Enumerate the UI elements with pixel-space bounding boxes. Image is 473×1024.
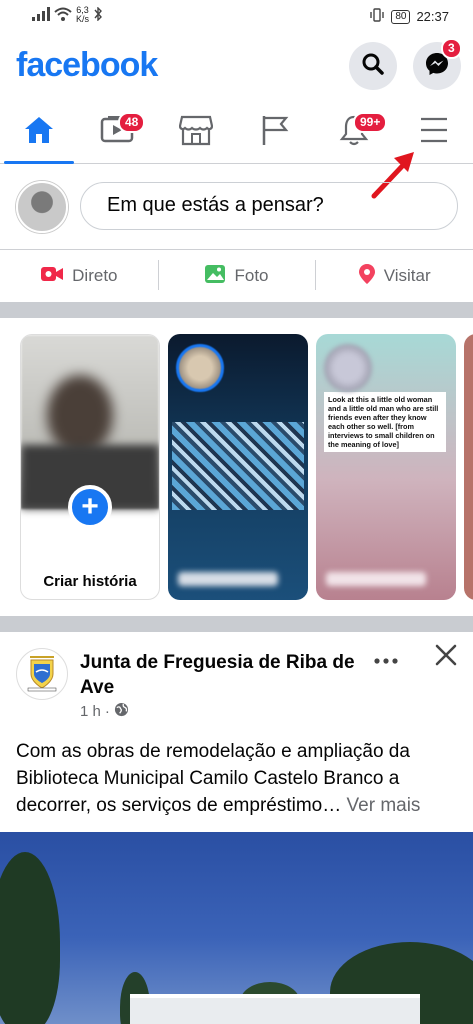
post-photo[interactable] xyxy=(0,832,473,1024)
network-speed: 6,3 K/s xyxy=(76,5,90,24)
check-in-button[interactable]: Visitar xyxy=(315,250,473,302)
photo-button[interactable]: Foto xyxy=(157,250,316,302)
watch-badge: 48 xyxy=(118,112,146,133)
marketplace-store-icon xyxy=(178,114,214,151)
globe-icon xyxy=(114,702,129,721)
stories-tray: + Criar história Look at this a little o… xyxy=(0,318,473,616)
notifications-badge: 99+ xyxy=(353,112,388,133)
meta-separator: · xyxy=(104,703,110,720)
tab-home[interactable] xyxy=(0,100,78,164)
composer-actions: Direto Foto Visitar xyxy=(0,250,473,302)
see-more-link[interactable]: Ver mais xyxy=(347,795,421,816)
story-author-name-blurred xyxy=(326,572,426,586)
facebook-logo[interactable]: facebook xyxy=(16,46,158,85)
section-divider xyxy=(0,302,473,318)
video-camera-icon xyxy=(40,265,64,288)
close-icon xyxy=(435,641,457,672)
page-avatar[interactable] xyxy=(16,648,68,700)
section-divider xyxy=(0,616,473,632)
post-text: Com as obras de remodelação e ampliação … xyxy=(16,738,462,819)
bluetooth-icon xyxy=(93,5,103,24)
user-story-photo xyxy=(21,335,159,509)
search-button[interactable] xyxy=(349,42,397,90)
location-pin-icon xyxy=(358,263,376,290)
tab-marketplace[interactable] xyxy=(157,100,235,164)
user-avatar[interactable] xyxy=(16,181,68,233)
status-bar: 6,3 K/s 80 22:37 xyxy=(0,0,473,34)
story-quote-text: Look at this a little old woman and a li… xyxy=(324,392,446,452)
check-in-label: Visitar xyxy=(383,266,431,285)
post-page-name[interactable]: Junta de Freguesia de Riba de Ave xyxy=(80,650,370,700)
add-story-plus-icon[interactable]: + xyxy=(68,485,112,529)
story-author-avatar xyxy=(324,344,372,392)
hamburger-menu-icon xyxy=(419,116,449,149)
story-author-avatar xyxy=(176,344,224,392)
feed-post: Junta de Freguesia de Riba de Ave 1 h · … xyxy=(0,632,473,1024)
post-composer: Em que estás a pensar? xyxy=(0,164,473,250)
messenger-badge: 3 xyxy=(441,38,462,59)
app-header: facebook 3 xyxy=(0,34,473,100)
flag-icon xyxy=(260,114,290,151)
signal-icon xyxy=(32,6,50,24)
story-author-name-blurred xyxy=(178,572,278,586)
story-card[interactable] xyxy=(168,334,308,600)
home-icon xyxy=(23,115,55,150)
vibrate-icon xyxy=(369,8,385,25)
coat-of-arms-icon xyxy=(22,652,62,697)
search-icon xyxy=(361,52,385,81)
story-card[interactable]: Look at this a little old woman and a li… xyxy=(316,334,456,600)
post-time[interactable]: 1 h xyxy=(80,703,101,720)
tab-pages[interactable] xyxy=(236,100,314,164)
photo-icon xyxy=(204,264,226,289)
post-meta: 1 h · xyxy=(80,702,129,721)
clock: 22:37 xyxy=(416,9,449,24)
story-image xyxy=(172,422,304,510)
wifi-icon xyxy=(54,7,72,24)
more-dots-icon xyxy=(374,647,398,670)
story-card[interactable] xyxy=(464,334,473,600)
status-input[interactable]: Em que estás a pensar? xyxy=(80,182,458,230)
create-story-label: Criar história xyxy=(43,573,137,590)
live-label: Direto xyxy=(72,266,118,285)
hide-post-button[interactable] xyxy=(432,644,460,672)
messenger-button[interactable]: 3 xyxy=(413,38,462,90)
photo-label: Foto xyxy=(234,266,269,285)
battery-indicator: 80 xyxy=(391,9,411,24)
live-button[interactable]: Direto xyxy=(0,250,158,302)
create-story-card[interactable]: + Criar história xyxy=(20,334,160,600)
post-options-button[interactable] xyxy=(372,646,400,670)
tab-watch[interactable]: 48 xyxy=(78,100,156,164)
